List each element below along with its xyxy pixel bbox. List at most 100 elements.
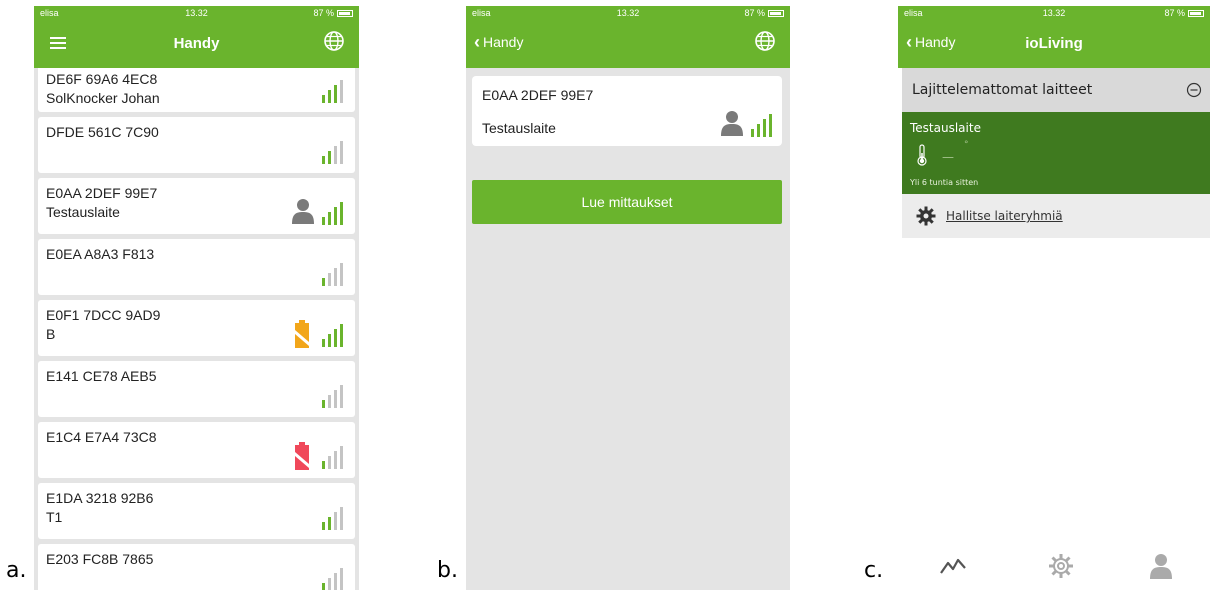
back-label: Handy xyxy=(483,34,524,50)
signal-strength-icon xyxy=(322,141,343,164)
device-list-item[interactable]: DE6F 69A6 4EC8 SolKnocker Johan xyxy=(38,68,355,112)
device-list-item[interactable]: E1C4 E7A4 73C8 xyxy=(38,422,355,478)
globe-icon[interactable] xyxy=(754,30,776,52)
device-name: SolKnocker Johan xyxy=(46,90,160,106)
signal-bar xyxy=(769,114,772,137)
settings-icon[interactable] xyxy=(1046,551,1076,581)
signal-bar xyxy=(334,268,337,286)
signal-bar xyxy=(322,339,325,347)
manage-groups-row[interactable]: Hallitse laiteryhmiä xyxy=(902,194,1210,238)
device-id: E203 FC8B 7865 xyxy=(46,551,154,567)
person-icon xyxy=(721,111,743,136)
device-list-item[interactable]: E0AA 2DEF 99E7 Testauslaite xyxy=(38,178,355,234)
signal-bar xyxy=(328,517,331,530)
sensor-value: — xyxy=(942,150,954,164)
signal-strength-icon xyxy=(751,114,772,137)
clock: 13.32 xyxy=(185,8,208,18)
device-list-item[interactable]: E203 FC8B 7865 xyxy=(38,544,355,590)
gear-icon xyxy=(916,206,936,226)
status-bar: elisa 13.32 87 % xyxy=(898,6,1210,20)
device-id: DE6F 69A6 4EC8 xyxy=(46,71,158,87)
device-list-item[interactable]: E0F1 7DCC 9AD9 B xyxy=(38,300,355,356)
read-measurements-button[interactable]: Lue mittaukset xyxy=(472,180,782,224)
chevron-left-icon: ‹ xyxy=(474,32,480,52)
device-list-item[interactable]: E1DA 3218 92B6 T1 xyxy=(38,483,355,539)
signal-bar xyxy=(340,263,343,286)
device-id: E1DA 3218 92B6 xyxy=(46,490,154,506)
group-header[interactable]: Lajittelemattomat laitteet xyxy=(902,68,1210,112)
device-id: E0AA 2DEF 99E7 xyxy=(482,87,594,103)
signal-strength-icon xyxy=(322,446,343,469)
signal-bar xyxy=(340,202,343,225)
sensor-name: Testauslaite xyxy=(910,121,981,135)
signal-bar xyxy=(322,156,325,164)
status-bar: elisa 13.32 87 % xyxy=(466,6,790,20)
signal-bar xyxy=(334,512,337,530)
manage-groups-link[interactable]: Hallitse laiteryhmiä xyxy=(946,209,1063,223)
signal-strength-icon xyxy=(322,385,343,408)
device-list-item[interactable]: DFDE 561C 7C90 xyxy=(38,117,355,173)
nav-bar: ‹ Handy ioLiving xyxy=(898,20,1210,68)
battery-icon xyxy=(768,9,784,17)
signal-bar xyxy=(757,124,760,137)
device-list: DE6F 69A6 4EC8 SolKnocker Johan DFDE 561C … xyxy=(34,68,359,590)
signal-bar xyxy=(322,278,325,286)
tab-bar xyxy=(898,551,1210,587)
signal-strength-icon xyxy=(322,80,343,103)
signal-bar xyxy=(334,146,337,164)
signal-strength-icon xyxy=(322,568,343,590)
signal-bar xyxy=(340,324,343,347)
phone-screen-a: elisa 13.32 87 % Handy DE6F 69A6 4EC8 Sol… xyxy=(34,6,359,590)
signal-bar xyxy=(340,507,343,530)
battery-indicator: 87 % xyxy=(313,8,353,18)
device-name: T1 xyxy=(46,509,63,525)
clock: 13.32 xyxy=(1042,8,1066,18)
device-card[interactable]: E0AA 2DEF 99E7 Testauslaite xyxy=(472,76,782,146)
profile-icon[interactable] xyxy=(1146,551,1176,581)
signal-bar xyxy=(328,90,331,103)
activity-icon[interactable] xyxy=(938,551,968,581)
globe-icon[interactable] xyxy=(323,30,345,52)
signal-bar xyxy=(334,207,337,225)
sensor-updated: Yli 6 tuntia sitten xyxy=(910,178,979,187)
signal-bar xyxy=(751,129,754,137)
signal-bar xyxy=(328,334,331,347)
signal-bar xyxy=(340,568,343,590)
signal-bar xyxy=(322,583,325,590)
signal-bar xyxy=(322,461,325,469)
device-list-item[interactable]: E141 CE78 AEB5 xyxy=(38,361,355,417)
phone-screen-b: elisa 13.32 87 % ‹ Handy E0AA 2DEF 99E7 T… xyxy=(466,6,790,590)
signal-bar xyxy=(340,141,343,164)
signal-bar xyxy=(328,395,331,408)
thermometer-icon xyxy=(917,144,927,166)
clock: 13.32 xyxy=(616,8,640,18)
battery-status-icon xyxy=(295,442,309,470)
signal-bar xyxy=(322,95,325,103)
signal-bar xyxy=(328,212,331,225)
group-title: Lajittelemattomat laitteet xyxy=(912,82,1093,98)
signal-strength-icon xyxy=(322,324,343,347)
signal-strength-icon xyxy=(322,263,343,286)
nav-bar: Handy xyxy=(34,20,359,68)
signal-bar xyxy=(763,119,766,137)
signal-bar xyxy=(340,80,343,103)
signal-strength-icon xyxy=(322,202,343,225)
battery-icon xyxy=(1188,9,1204,17)
back-button[interactable]: ‹ Handy xyxy=(474,32,524,52)
battery-percent: 87 % xyxy=(313,8,334,18)
signal-bar xyxy=(340,446,343,469)
nav-title: Handy xyxy=(173,35,220,52)
sensor-card[interactable]: Testauslaite — ° Yli 6 tuntia sitten xyxy=(902,112,1210,194)
signal-bar xyxy=(334,573,337,590)
nav-bar: ‹ Handy xyxy=(466,20,790,68)
collapse-icon[interactable] xyxy=(1186,82,1202,98)
person-icon xyxy=(292,199,314,224)
signal-bar xyxy=(334,85,337,103)
battery-indicator: 87 % xyxy=(1164,8,1204,18)
signal-bar xyxy=(334,390,337,408)
signal-bar xyxy=(322,400,325,408)
signal-bar xyxy=(334,329,337,347)
battery-status-icon xyxy=(295,320,309,348)
signal-bar xyxy=(328,151,331,164)
device-list-item[interactable]: E0EA A8A3 F813 xyxy=(38,239,355,295)
